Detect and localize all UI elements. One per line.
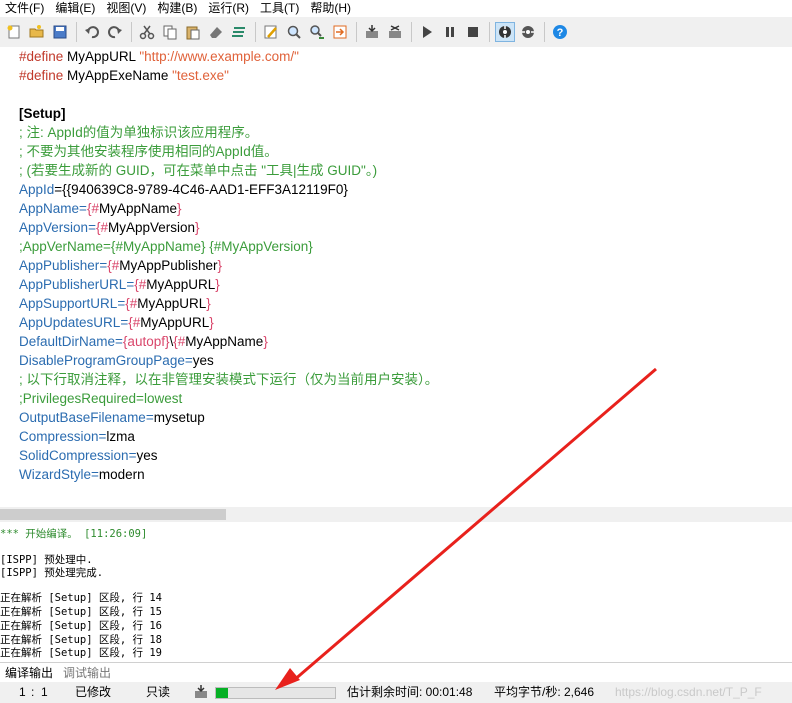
code-line: AppId={{940639C8-9789-4C46-AAD1-EFF3A121… <box>19 182 348 197</box>
output-line: 正在解析 [Setup] 区段, 行 14 <box>0 592 163 604</box>
code-line: Compression=lzma <box>19 429 135 444</box>
menu-edit[interactable]: 编辑(E) <box>50 1 101 15</box>
output-tabs: 编译输出 调试输出 <box>0 662 792 682</box>
output-line: *** 开始编译。 [11:26:09] <box>0 528 148 540</box>
menu-view[interactable]: 视图(V) <box>101 1 152 15</box>
status-readonly: 只读 <box>146 685 171 699</box>
menu-file[interactable]: 文件(F) <box>0 1 50 15</box>
cut-icon[interactable] <box>137 22 157 42</box>
toolbar-separator <box>489 22 490 42</box>
status-bar: 1 : 1 已修改 只读 估计剩余时间: 00:01:48 平均字节/秒: 2,… <box>0 682 792 703</box>
paste-icon[interactable] <box>183 22 203 42</box>
code-line: DefaultDirName={autopf}\{#MyAppName} <box>19 334 268 349</box>
copy-icon[interactable] <box>160 22 180 42</box>
toolbar: ? <box>0 17 792 47</box>
edit-icon[interactable] <box>261 22 281 42</box>
code-line: DisableProgramGroupPage=yes <box>19 353 214 368</box>
menu-build[interactable]: 构建(B) <box>152 1 203 15</box>
compile-progress-bar <box>215 687 336 699</box>
code-line: AppPublisherURL={#MyAppURL} <box>19 277 220 292</box>
menu-bar: 文件(F) 编辑(E) 视图(V) 构建(B) 运行(R) 工具(T) 帮助(H… <box>0 0 792 16</box>
code-line: AppVersion={#MyAppVersion} <box>19 220 200 235</box>
comment-line: ;PrivilegesRequired=lowest <box>19 391 183 406</box>
toolbar-separator <box>76 22 77 42</box>
compile-icon <box>193 684 209 703</box>
comment-line: ; (若要生成新的 GUID，可在菜单中点击 "工具|生成 GUID"。) <box>19 163 378 178</box>
menu-help[interactable]: 帮助(H) <box>305 1 357 15</box>
compiler-output: *** 开始编译。 [11:26:09] [ISPP] 预处理中. [ISPP]… <box>0 522 792 662</box>
code-line: #define MyAppURL "http://www.example.com… <box>19 49 299 64</box>
comment-line: ; 以下行取消注释，以在非管理安装模式下运行（仅为当前用户安装）。 <box>19 372 439 387</box>
status-colon: : <box>31 685 35 699</box>
section-header: [Setup] <box>19 106 66 121</box>
pause-icon[interactable] <box>440 22 460 42</box>
code-line: AppUpdatesURL={#MyAppURL} <box>19 315 214 330</box>
output-line: 正在解析 [Setup] 区段, 行 19 <box>0 647 163 659</box>
output-line: [ISPP] 预处理中. <box>0 554 93 566</box>
open-file-icon[interactable] <box>27 22 47 42</box>
help-icon[interactable]: ? <box>550 22 570 42</box>
toolbar-separator <box>356 22 357 42</box>
status-line-number: 1 <box>19 685 26 699</box>
select-all-icon[interactable] <box>229 22 249 42</box>
code-line: AppName={#MyAppName} <box>19 201 182 216</box>
output-line: [ISPP] 预处理完成. <box>0 567 104 579</box>
status-remaining-time: 估计剩余时间: 00:01:48 <box>347 685 473 699</box>
toolbar-separator <box>131 22 132 42</box>
status-column-number: 1 <box>41 685 48 699</box>
comment-line: ;AppVerName={#MyAppName} {#MyAppVersion} <box>19 239 313 254</box>
output-line: 正在解析 [Setup] 区段, 行 18 <box>0 634 163 646</box>
undo-icon[interactable] <box>82 22 102 42</box>
code-line: SolidCompression=yes <box>19 448 158 463</box>
find-replace-icon[interactable] <box>307 22 327 42</box>
svg-text:?: ? <box>557 27 564 39</box>
output-line: 正在解析 [Setup] 区段, 行 15 <box>0 606 163 618</box>
target-icon[interactable] <box>518 22 538 42</box>
toolbar-separator <box>255 22 256 42</box>
code-line: OutputBaseFilename=mysetup <box>19 410 205 425</box>
comment-line: ; 注: AppId的值为单独标识该应用程序。 <box>19 125 259 140</box>
goto-icon[interactable] <box>330 22 350 42</box>
tab-debug-output[interactable]: 调试输出 <box>58 664 116 682</box>
new-file-icon[interactable] <box>4 22 24 42</box>
tab-compile-output[interactable]: 编译输出 <box>0 664 58 682</box>
status-avg-rate: 平均字节/秒: 2,646 <box>494 685 595 699</box>
save-icon[interactable] <box>50 22 70 42</box>
code-line: #define MyAppExeName "test.exe" <box>19 68 229 83</box>
status-modified: 已修改 <box>75 685 112 699</box>
run-icon[interactable] <box>417 22 437 42</box>
find-icon[interactable] <box>284 22 304 42</box>
script-editor[interactable]: #define MyAppURL "http://www.example.com… <box>0 47 792 507</box>
redo-icon[interactable] <box>105 22 125 42</box>
scrollbar-thumb[interactable] <box>0 509 226 520</box>
stop-icon[interactable] <box>463 22 483 42</box>
stop-compile-icon[interactable] <box>385 22 405 42</box>
editor-horizontal-scrollbar[interactable] <box>0 507 792 522</box>
code-line: AppSupportURL={#MyAppURL} <box>19 296 211 311</box>
progress-fill <box>216 688 228 698</box>
watermark: https://blog.csdn.net/T_P_F <box>615 685 762 699</box>
debug-icon[interactable] <box>495 22 515 42</box>
eraser-icon[interactable] <box>206 22 226 42</box>
compile-icon[interactable] <box>362 22 382 42</box>
code-line: AppPublisher={#MyAppPublisher} <box>19 258 223 273</box>
comment-line: ; 不要为其他安装程序使用相同的AppId值。 <box>19 144 278 159</box>
toolbar-separator <box>411 22 412 42</box>
menu-run[interactable]: 运行(R) <box>203 1 255 15</box>
menu-tools[interactable]: 工具(T) <box>255 1 305 15</box>
output-line: 正在解析 [Setup] 区段, 行 16 <box>0 620 163 632</box>
toolbar-separator <box>544 22 545 42</box>
code-line: WizardStyle=modern <box>19 467 145 482</box>
